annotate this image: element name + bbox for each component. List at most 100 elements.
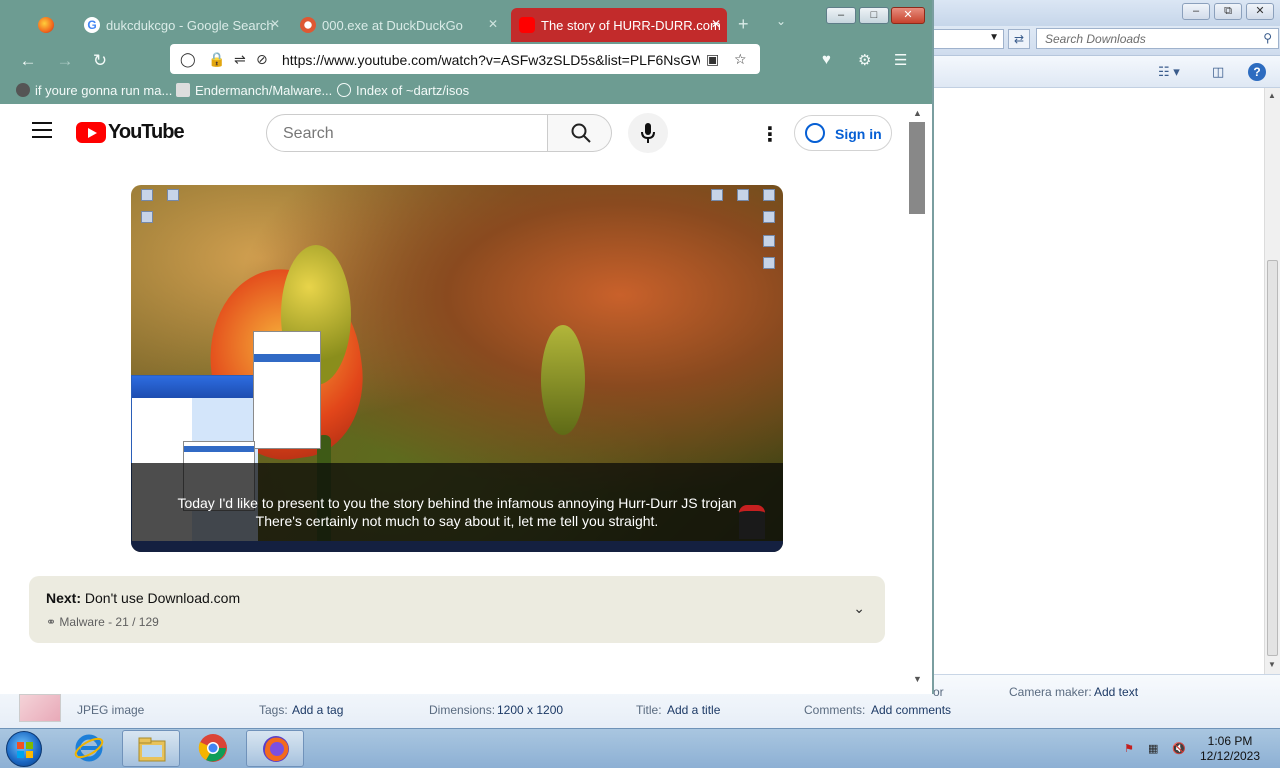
picture-in-picture-icon[interactable]: ▣	[706, 51, 719, 68]
microphone-icon	[641, 123, 655, 143]
close-icon[interactable]: ✕	[488, 17, 498, 31]
url-bar[interactable]: ◯ 🔒 ⇌ ⊘ https://www.youtube.com/watch?v=…	[170, 44, 760, 74]
tab-label: The story of HURR-DURR.com	[541, 18, 721, 33]
bookmarks-toolbar: if youre gonna run ma... Endermanch/Malw…	[0, 78, 932, 104]
lock-icon[interactable]: 🔒	[208, 51, 225, 68]
preview-pane-icon[interactable]: ◫	[1212, 64, 1224, 80]
autoplay-blocked-icon[interactable]: ⊘	[256, 51, 268, 68]
bookmark-star-icon[interactable]: ☆	[734, 51, 747, 68]
desktop-icon	[167, 189, 179, 201]
explorer-toolbar: ☷ ▾ ◫	[934, 56, 1280, 88]
desktop-icon	[763, 235, 775, 247]
firefox-icon	[38, 17, 54, 33]
search-placeholder: Search	[283, 125, 334, 142]
file-thumbnail	[19, 694, 61, 722]
taskbar-internet-explorer[interactable]	[60, 730, 118, 767]
forward-arrow-icon[interactable]: →	[55, 51, 75, 71]
tab-firefox[interactable]	[30, 8, 72, 42]
firefox-window: G dukcdukcgo - Google Search ✕ 000.exe a…	[0, 0, 934, 694]
explorer-refresh-button[interactable]: ⇄	[1008, 29, 1030, 49]
minimize-button[interactable]: –	[826, 7, 856, 24]
voice-search-button[interactable]	[628, 113, 668, 153]
action-center-icon[interactable]: ⚑	[1124, 742, 1140, 756]
url-text[interactable]: https://www.youtube.com/watch?v=ASFw3zSL…	[282, 52, 700, 68]
new-tab-button[interactable]: +	[738, 14, 749, 35]
network-icon[interactable]: ▦	[1148, 742, 1164, 756]
dimensions-value: 1200 x 1200	[497, 703, 564, 717]
firefox-icon	[263, 736, 289, 762]
sign-in-button[interactable]: Sign in	[794, 115, 892, 151]
next-title: Don't use Download.com	[84, 590, 241, 606]
tags-label: Tags:	[259, 703, 288, 717]
hamburger-menu-icon[interactable]	[32, 122, 52, 138]
tab-list-chevron-icon[interactable]: ⌄	[776, 14, 786, 28]
taskbar-firefox[interactable]	[246, 730, 304, 767]
system-clock[interactable]: 1:06 PM 12/12/2023	[1190, 734, 1270, 764]
video-progress-bar[interactable]	[131, 541, 783, 552]
explorer-close-button[interactable]: ✕	[1246, 3, 1274, 20]
bookmark-item[interactable]: Endermanch/Malware...	[176, 83, 332, 98]
clock-time: 1:06 PM	[1207, 734, 1253, 748]
playlist-info: ⚭ Malware - 21 / 129	[46, 615, 159, 629]
scroll-down-icon[interactable]: ▼	[913, 674, 922, 684]
tab-google-search[interactable]: G dukcdukcgo - Google Search ✕	[76, 8, 286, 42]
search-input[interactable]: Search	[266, 114, 548, 152]
explorer-minimize-button[interactable]: –	[1182, 3, 1210, 20]
desktop-icon	[763, 189, 775, 201]
camera-maker-value[interactable]: Add text	[1094, 685, 1138, 699]
explorer-scrollbar[interactable]: ▲ ▼	[1264, 88, 1280, 674]
windows-taskbar: ⚑ ▦ 🔇 1:06 PM 12/12/2023	[0, 728, 1280, 768]
back-arrow-icon[interactable]: ←	[18, 51, 38, 71]
explorer-search-input[interactable]: Search Downloads ⚲	[1036, 28, 1279, 49]
permissions-icon[interactable]: ⇌	[234, 51, 246, 68]
comments-value[interactable]: Add comments	[871, 703, 951, 717]
view-options-icon[interactable]: ☷ ▾	[1158, 64, 1180, 80]
globe-icon	[337, 83, 351, 97]
windows-logo-icon	[17, 742, 33, 758]
menu-hamburger-icon[interactable]: ☰	[894, 51, 907, 69]
scroll-up-icon[interactable]: ▲	[1268, 91, 1276, 100]
explorer-scroll-thumb[interactable]	[1267, 260, 1278, 656]
extensions-icon[interactable]: ⚙	[858, 51, 871, 69]
desktop-icon	[763, 211, 775, 223]
start-button[interactable]	[6, 731, 42, 767]
explorer-path-dropdown[interactable]: ▼	[934, 29, 1004, 49]
page-scroll-thumb[interactable]	[909, 122, 925, 214]
help-icon[interactable]: ?	[1248, 63, 1266, 81]
close-icon[interactable]: ✕	[270, 17, 280, 31]
tab-youtube-active[interactable]: The story of HURR-DURR.com ✕	[511, 8, 727, 42]
bookmark-item[interactable]: Index of ~dartz/isos	[337, 83, 469, 98]
close-window-button[interactable]: ✕	[891, 7, 925, 24]
caption-line: There's certainly not much to say about …	[255, 513, 659, 529]
title-value[interactable]: Add a title	[667, 703, 720, 717]
file-type-label: JPEG image	[77, 703, 145, 717]
next-prefix: Next:	[46, 590, 82, 606]
taskbar-chrome[interactable]	[184, 730, 242, 767]
explorer-restore-button[interactable]: ⧉	[1214, 3, 1242, 20]
explorer-search-placeholder: Search Downloads	[1045, 32, 1146, 46]
volume-muted-icon[interactable]: 🔇	[1172, 742, 1188, 756]
scroll-down-icon[interactable]: ▼	[1268, 660, 1276, 669]
github-icon	[176, 83, 190, 97]
reload-icon[interactable]: ↻	[90, 51, 110, 71]
taskbar-windows-explorer[interactable]	[122, 730, 180, 767]
shield-icon[interactable]: ◯	[180, 51, 196, 68]
desktop-icon	[737, 189, 749, 201]
tags-value[interactable]: Add a tag	[292, 703, 343, 717]
tab-duckduckgo[interactable]: 000.exe at DuckDuckGo ✕	[292, 8, 504, 42]
more-options-icon[interactable]: ⋮	[760, 122, 780, 147]
explorer-titlebar: – ⧉ ✕	[934, 0, 1280, 26]
chevron-down-icon[interactable]: ⌄	[853, 600, 865, 617]
next-in-playlist-panel[interactable]: Next: Don't use Download.com ⚭ Malware -…	[29, 576, 885, 643]
bookmark-item[interactable]: if youre gonna run ma...	[16, 83, 172, 98]
scroll-up-icon[interactable]: ▲	[913, 108, 922, 118]
duckduckgo-icon	[300, 17, 316, 33]
page-scrollbar[interactable]: ▲ ▼	[908, 104, 932, 694]
pocket-icon[interactable]: ♥	[822, 51, 831, 68]
maximize-button[interactable]: □	[859, 7, 889, 24]
video-player[interactable]: Today I'd like to present to you the sto…	[131, 185, 783, 552]
desktop-icon	[141, 211, 153, 223]
search-button[interactable]	[548, 114, 612, 152]
chrome-icon	[198, 734, 227, 762]
close-icon[interactable]: ✕	[711, 17, 721, 31]
